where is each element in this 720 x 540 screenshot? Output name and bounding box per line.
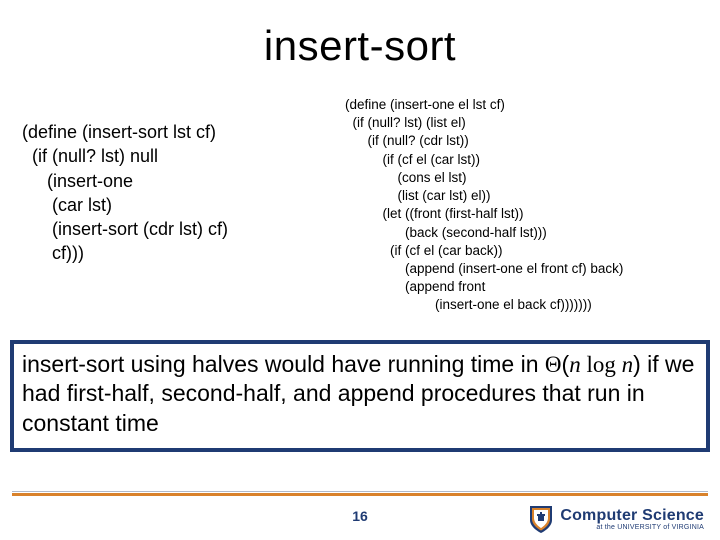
divider-accent <box>12 493 708 496</box>
divider-top <box>12 491 708 492</box>
slide-title: insert-sort <box>0 22 720 70</box>
code-block-left: (define (insert-sort lst cf) (if (null? … <box>22 120 322 266</box>
shield-icon <box>528 504 554 534</box>
footer-logo-line2: at the UNIVERSITY of VIRGINIA <box>560 524 704 531</box>
n2: n <box>622 352 634 377</box>
theta-symbol: Θ <box>545 352 562 377</box>
n1: n <box>569 352 581 377</box>
slide: insert-sort (define (insert-sort lst cf)… <box>0 0 720 540</box>
code-block-right: (define (insert-one el lst cf) (if (null… <box>345 96 705 315</box>
callout-box: insert-sort using halves would have runn… <box>10 340 710 452</box>
footer-logo-text: Computer Science at the UNIVERSITY of VI… <box>560 508 704 531</box>
footer-logo: Computer Science at the UNIVERSITY of VI… <box>528 504 704 534</box>
footer-logo-line1: Computer Science <box>560 508 704 524</box>
rparen: ) <box>633 351 641 377</box>
log-word: log <box>581 352 622 377</box>
callout-text-pre: insert-sort using halves would have runn… <box>22 351 545 377</box>
